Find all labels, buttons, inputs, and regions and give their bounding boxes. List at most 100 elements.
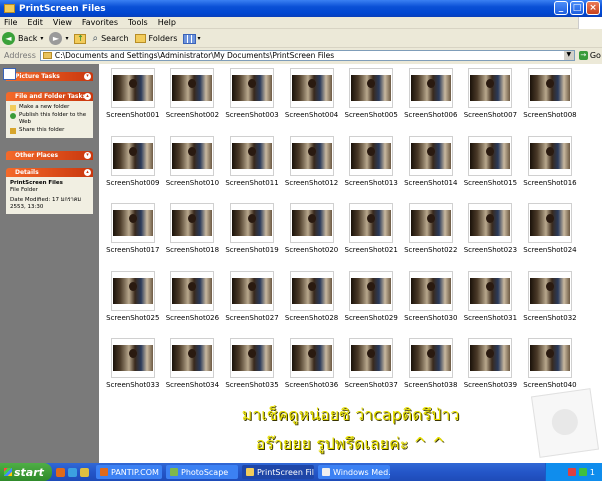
file-item[interactable]: ScreenShot008: [520, 68, 580, 136]
details-modified: Date Modified: 17 มกราคม 2553, 13:30: [10, 197, 82, 210]
file-item[interactable]: ScreenShot019: [222, 203, 282, 271]
file-item[interactable]: ScreenShot038: [401, 338, 461, 406]
folder-icon[interactable]: [80, 467, 89, 477]
file-item[interactable]: ScreenShot006: [401, 68, 461, 136]
file-item[interactable]: ScreenShot037: [341, 338, 401, 406]
task-printscreen-files[interactable]: PrintScreen Files: [242, 465, 314, 479]
file-item[interactable]: ScreenShot035: [222, 338, 282, 406]
file-item[interactable]: ScreenShot020: [282, 203, 342, 271]
other-places-title: Other Places: [15, 152, 59, 159]
views-button[interactable]: ▾: [183, 33, 200, 44]
details-type: File Folder: [10, 187, 38, 193]
chevron-up-icon[interactable]: ▴: [84, 169, 91, 176]
file-item[interactable]: ScreenShot026: [163, 270, 223, 339]
chevron-down-icon[interactable]: ▾: [40, 35, 43, 42]
task-publish-web[interactable]: Publish this folder to the Web: [10, 112, 89, 126]
address-input[interactable]: C:\Documents and Settings\Administrator\…: [39, 50, 575, 61]
menu-file[interactable]: File: [4, 18, 17, 27]
file-item[interactable]: ScreenShot023: [461, 203, 521, 271]
menu-favorites[interactable]: Favorites: [82, 18, 118, 27]
firefox-icon[interactable]: [56, 467, 65, 477]
file-item[interactable]: ScreenShot004: [282, 68, 342, 136]
file-item[interactable]: ScreenShot003: [222, 68, 282, 136]
tray-icon[interactable]: [567, 468, 576, 476]
file-item[interactable]: ScreenShot031: [461, 270, 521, 339]
file-item[interactable]: ScreenShot039: [461, 338, 521, 406]
file-item[interactable]: ScreenShot012: [282, 135, 342, 204]
folder-icon: [4, 4, 15, 13]
start-button[interactable]: start: [0, 463, 52, 481]
screenshot-image: [470, 210, 511, 236]
file-item[interactable]: ScreenShot025: [103, 270, 163, 339]
back-button[interactable]: ◄ Back ▾: [2, 32, 43, 45]
chevron-down-icon[interactable]: ▾: [65, 35, 68, 42]
address-dropdown[interactable]: ▼: [563, 51, 574, 60]
file-item[interactable]: ScreenShot014: [401, 135, 461, 204]
file-item[interactable]: ScreenShot015: [461, 135, 521, 204]
file-item[interactable]: ScreenShot016: [520, 135, 580, 204]
thumbnail: [468, 338, 513, 378]
file-item[interactable]: ScreenShot024: [520, 203, 580, 271]
screenshot-image: [470, 345, 511, 371]
file-item[interactable]: ScreenShot007: [461, 68, 521, 136]
file-item[interactable]: ScreenShot036: [282, 338, 342, 406]
chevron-down-icon[interactable]: ▾: [84, 152, 91, 159]
menu-help[interactable]: Help: [158, 18, 176, 27]
file-item[interactable]: ScreenShot010: [163, 135, 223, 204]
file-item[interactable]: ScreenShot033: [103, 338, 163, 406]
task-photoscape[interactable]: PhotoScape: [166, 465, 238, 479]
thumbnail-grid: ScreenShot001 ScreenShot002 ScreenShot003 S…: [103, 68, 580, 406]
new-folder-icon: [10, 105, 16, 111]
file-name: ScreenShot034: [165, 381, 220, 389]
file-item[interactable]: ScreenShot030: [401, 270, 461, 339]
screenshot-image: [351, 142, 392, 169]
file-item[interactable]: ScreenShot027: [222, 270, 282, 339]
file-item[interactable]: ScreenShot032: [520, 270, 580, 339]
file-item[interactable]: ScreenShot011: [222, 135, 282, 204]
minimize-button[interactable]: _: [554, 1, 568, 15]
chevron-down-icon[interactable]: ▾: [84, 73, 91, 80]
forward-button[interactable]: ► ▾: [49, 32, 68, 45]
task-windows-media[interactable]: Windows Med...: [318, 465, 390, 479]
go-button[interactable]: → Go: [578, 51, 601, 60]
file-item[interactable]: ScreenShot028: [282, 270, 342, 339]
close-button[interactable]: ×: [586, 1, 600, 15]
search-button[interactable]: ⌕ Search: [92, 33, 128, 44]
title-bar[interactable]: PrintScreen Files _ □ ×: [0, 0, 602, 17]
file-folder-tasks-header[interactable]: File and Folder Tasks ▴: [6, 92, 93, 101]
chevron-up-icon[interactable]: ▴: [84, 93, 91, 100]
file-item[interactable]: ScreenShot022: [401, 203, 461, 271]
screenshot-image: [231, 345, 272, 371]
chevron-down-icon[interactable]: ▾: [197, 35, 200, 42]
thumbnail: [527, 68, 572, 108]
file-name: ScreenShot017: [106, 246, 160, 254]
details-header[interactable]: Details ▴: [6, 168, 93, 177]
clock[interactable]: 1: [590, 468, 595, 477]
file-item[interactable]: ScreenShot013: [341, 135, 401, 204]
thumbnail: [110, 203, 155, 243]
browser-icon[interactable]: [68, 467, 77, 477]
task-pantip[interactable]: PANTIP.COM ...: [96, 465, 162, 479]
picture-tasks-header[interactable]: Picture Tasks ▾: [6, 72, 93, 81]
other-places-header[interactable]: Other Places ▾: [6, 151, 93, 160]
menu-view[interactable]: View: [53, 18, 72, 27]
file-item[interactable]: ScreenShot001: [103, 68, 163, 136]
up-button[interactable]: ↑: [74, 33, 87, 44]
file-item[interactable]: ScreenShot002: [163, 68, 223, 136]
menu-edit[interactable]: Edit: [27, 18, 43, 27]
file-item[interactable]: ScreenShot017: [103, 203, 163, 271]
file-item[interactable]: ScreenShot018: [163, 203, 223, 271]
file-item[interactable]: ScreenShot005: [341, 68, 401, 136]
menu-tools[interactable]: Tools: [128, 18, 148, 27]
file-item[interactable]: ScreenShot021: [341, 203, 401, 271]
tray-icon[interactable]: [578, 468, 587, 476]
task-make-new-folder[interactable]: Make a new folder: [10, 104, 89, 111]
maximize-button[interactable]: □: [570, 1, 584, 15]
file-item[interactable]: ScreenShot034: [163, 338, 223, 406]
up-folder-icon: ↑: [74, 33, 87, 44]
file-item[interactable]: ScreenShot029: [341, 270, 401, 339]
screenshot-image: [351, 75, 392, 101]
file-item[interactable]: ScreenShot009: [103, 135, 163, 204]
folders-button[interactable]: Folders: [134, 34, 177, 43]
task-share-folder[interactable]: Share this folder: [10, 127, 89, 134]
